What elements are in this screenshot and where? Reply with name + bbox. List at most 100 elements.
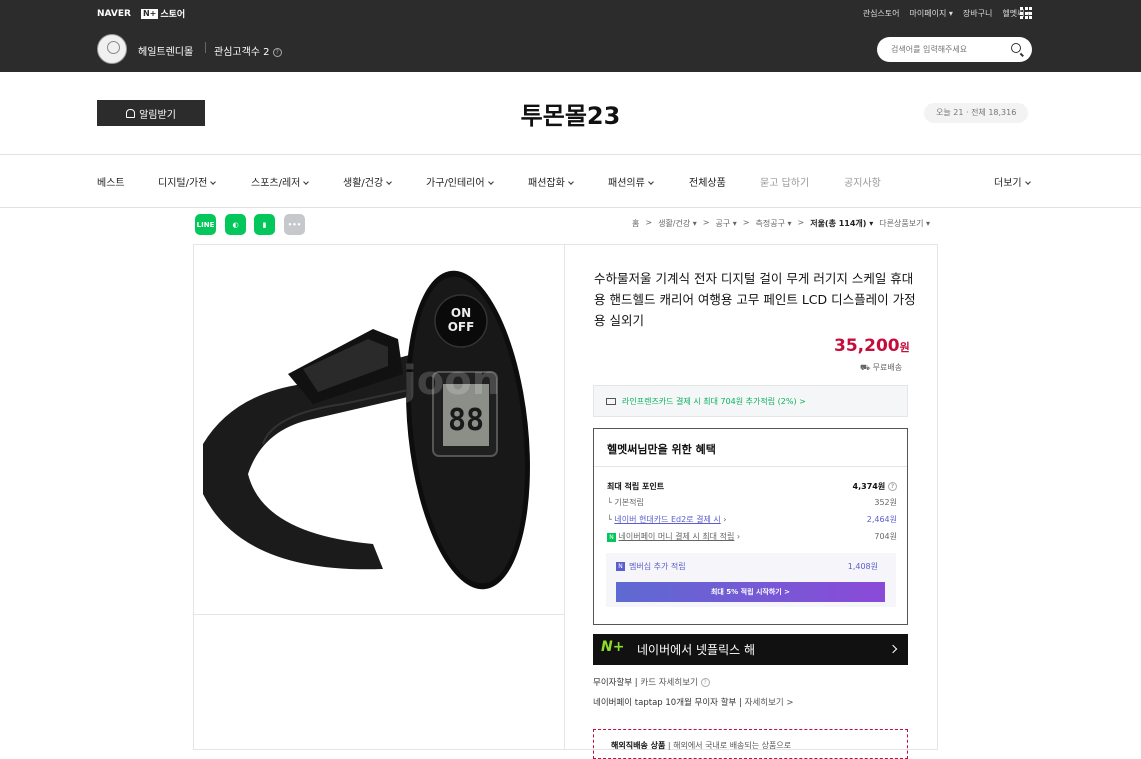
- nav-fashion-clothes-label: 패션의류: [608, 178, 645, 189]
- card-benefit-banner[interactable]: 라인프렌즈카드 결제 시 최대 704원 추가적립 (2%) >: [593, 385, 908, 417]
- nav-notice[interactable]: 공지사항: [844, 174, 881, 189]
- help-icon[interactable]: ?: [888, 482, 897, 491]
- nav-digital[interactable]: 디지털/가전: [158, 174, 217, 189]
- nav-furniture[interactable]: 가구/인테리어: [426, 174, 494, 189]
- membership-box: N 멤버십 추가 적립 1,408원 최대 5% 적립 시작하기 >: [606, 553, 896, 607]
- breadcrumb-tools[interactable]: 공구 ▾: [715, 218, 736, 229]
- apps-grid-icon[interactable]: [1020, 7, 1032, 19]
- search-box: [877, 37, 1032, 62]
- off-label: OFF: [448, 320, 475, 334]
- divider: [0, 207, 1141, 208]
- card-points-link[interactable]: 네이버 현대카드 Ed2로 결제 시: [614, 515, 720, 524]
- card-icon: [606, 397, 616, 405]
- netflix-banner[interactable]: N+ 네이버에서 넷플릭스 해: [593, 634, 908, 665]
- breadcrumb-scale-label: 저울(총 114개): [810, 219, 867, 228]
- basic-points-row: └ 기본적립 352원: [607, 497, 897, 508]
- divider: [594, 466, 907, 467]
- membership-start-button[interactable]: 최대 5% 적립 시작하기 >: [616, 582, 885, 602]
- chevron-down-icon: [1024, 179, 1031, 185]
- nav-qna[interactable]: 묻고 답하기: [760, 174, 809, 189]
- nav-living-label: 생활/건강: [343, 178, 384, 189]
- chevron-down-icon: [647, 179, 654, 185]
- menu-favorite-stores[interactable]: 관심스토어: [863, 8, 900, 19]
- nav-best[interactable]: 베스트: [97, 174, 125, 189]
- max-points-value: 4,374원: [852, 482, 886, 491]
- basic-points-label: └ 기본적립: [607, 498, 644, 507]
- card-points-value: 2,464원: [866, 515, 897, 524]
- breadcrumb-living[interactable]: 생활/건강 ▾: [658, 218, 697, 229]
- search-icon[interactable]: [1011, 43, 1021, 53]
- chevron-down-icon: [487, 179, 494, 185]
- seller-avatar[interactable]: [97, 34, 127, 64]
- share-talk-icon[interactable]: ◐: [225, 214, 246, 235]
- nav-more[interactable]: 더보기: [994, 174, 1031, 189]
- card-points-label[interactable]: └ 네이버 현대카드 Ed2로 결제 시 ›: [607, 514, 726, 525]
- shipping-label: 무료배송: [872, 363, 903, 372]
- on-label: ON: [451, 306, 471, 320]
- visit-counter: 오늘 21 · 전체 18,316: [924, 103, 1029, 123]
- global-header: NAVER N+ 스토어 관심스토어 마이페이지 ▾ 장바구니 헬멧써 ▾ 헤일트…: [0, 0, 1141, 72]
- shipping-info: ⛟ 무료배송: [860, 363, 903, 372]
- npay-detail-link[interactable]: 자세히보기 >: [745, 698, 794, 708]
- naver-logo[interactable]: NAVER: [97, 9, 131, 19]
- chevron-down-icon: [567, 179, 574, 185]
- divider: [0, 154, 1141, 155]
- direct-label: 해외직배송 상품: [611, 741, 666, 750]
- npay-points-link[interactable]: 네이버페이 머니 결제 시 최대 적립: [619, 532, 735, 541]
- share-line-icon[interactable]: LINE: [195, 214, 216, 235]
- membership-label: N 멤버십 추가 적립: [616, 561, 686, 572]
- membership-label-text: 멤버십 추가 적립: [629, 562, 686, 571]
- max-points-row: 최대 적립 포인트 4,374원 ?: [607, 481, 897, 492]
- nav-living[interactable]: 생활/건강: [343, 174, 393, 189]
- store-badge: N+: [140, 8, 159, 19]
- help-icon[interactable]: ?: [272, 47, 282, 57]
- npay-points-row: N 네이버페이 머니 결제 시 최대 적립 › 704원: [607, 531, 897, 542]
- npay-installment-label: 네이버페이 taptap 10개월 무이자 할부: [593, 698, 737, 708]
- max-points: 4,374원 ?: [853, 481, 897, 492]
- card-detail-link[interactable]: 카드 자세히보기: [640, 678, 697, 688]
- menu-mypage-label: 마이페이지: [909, 9, 947, 18]
- search-input[interactable]: [891, 42, 1001, 57]
- breadcrumb-measure[interactable]: 측정공구 ▾: [755, 218, 791, 229]
- nav-digital-label: 디지털/가전: [158, 178, 208, 189]
- basic-points-value: 352원: [874, 498, 897, 507]
- product-image[interactable]: ON OFF 88 joon: [193, 244, 565, 615]
- chevron-down-icon: [303, 179, 310, 185]
- breadcrumb-living-label: 생활/건강: [658, 219, 691, 228]
- chevron-down-icon: [210, 179, 217, 185]
- bookmark-icon[interactable]: ▮: [254, 214, 275, 235]
- breadcrumb-scale[interactable]: 저울(총 114개) ▾: [810, 218, 873, 229]
- breadcrumb-home[interactable]: 홈: [632, 218, 639, 229]
- menu-cart[interactable]: 장바구니: [963, 8, 992, 19]
- nav-sports[interactable]: 스포츠/레저: [251, 174, 310, 189]
- breadcrumb: 홈 > 생활/건강 ▾ > 공구 ▾ > 측정공구 ▾ > 저울(총 114개) ▾ 다…: [632, 218, 930, 229]
- card-benefit-text: 라인프렌즈카드 결제 시 최대 704원 추가적립 (2%) >: [622, 396, 806, 406]
- nav-fashion-goods[interactable]: 패션잡화: [528, 174, 574, 189]
- nav-fashion-goods-label: 패션잡화: [528, 178, 565, 189]
- store-logo[interactable]: N+ 스토어: [140, 7, 185, 20]
- seller-name[interactable]: 헤일트렌디몰: [138, 43, 193, 58]
- nav-all-products[interactable]: 전체상품: [689, 174, 726, 189]
- nav-fashion-clothes[interactable]: 패션의류: [608, 174, 654, 189]
- product-price: 35,200원: [834, 336, 910, 356]
- membership-value: 1,408원: [847, 562, 878, 571]
- interest-count: 관심고객수 2 ?: [214, 43, 282, 58]
- nav-more-label: 더보기: [994, 178, 1022, 189]
- chevron-down-icon: [386, 179, 393, 185]
- npay-points-label[interactable]: N 네이버페이 머니 결제 시 최대 적립 ›: [607, 531, 740, 542]
- price-value: 35,200: [834, 336, 900, 356]
- nav-furniture-label: 가구/인테리어: [426, 178, 485, 189]
- breadcrumb-measure-label: 측정공구: [755, 219, 785, 228]
- menu-mypage[interactable]: 마이페이지 ▾: [910, 8, 953, 19]
- service-logos: NAVER N+ 스토어: [97, 7, 185, 20]
- breadcrumb-tools-label: 공구: [715, 219, 731, 228]
- image-lower-area: [193, 615, 565, 750]
- npay-installment-info: 네이버페이 taptap 10개월 무이자 할부 | 자세히보기 >: [593, 698, 794, 708]
- installment-info: 무이자할부 | 카드 자세히보기 ?: [593, 676, 710, 688]
- user-menu: 관심스토어 마이페이지 ▾ 장바구니 헬멧써 ▾: [863, 8, 1031, 19]
- more-share-icon[interactable]: •••: [284, 214, 305, 235]
- npay-icon: N: [607, 533, 616, 542]
- breadcrumb-other[interactable]: 다른상품보기 ▾: [879, 218, 930, 229]
- benefit-panel: 헬멧써님만을 위한 혜택 최대 적립 포인트 4,374원 ? └ 기본적립 352…: [593, 428, 908, 625]
- help-icon[interactable]: ?: [700, 678, 710, 687]
